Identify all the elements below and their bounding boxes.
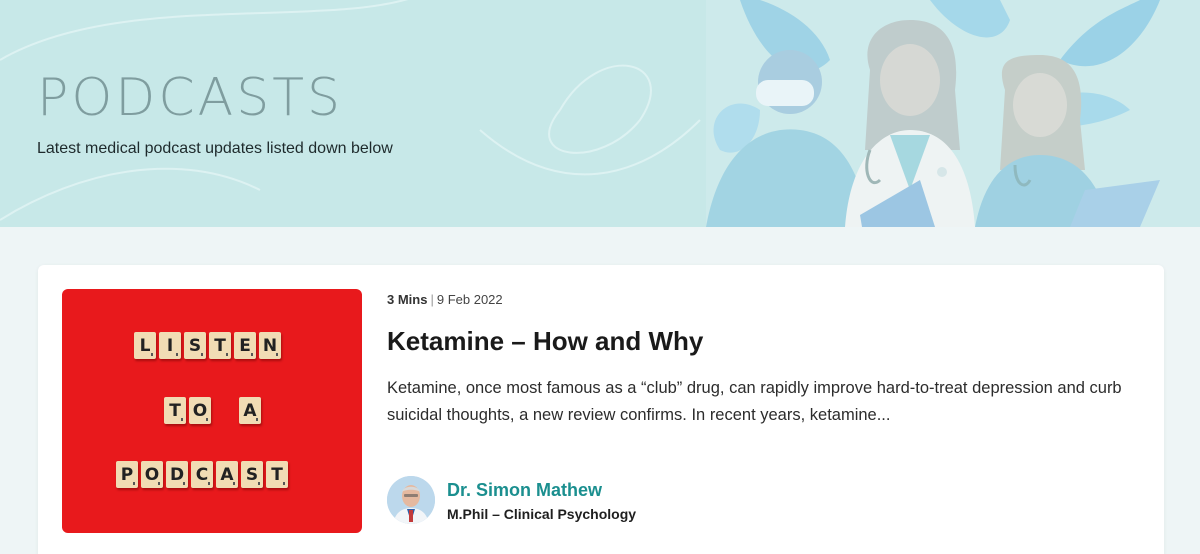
podcast-title-link[interactable]: Ketamine – How and Why xyxy=(387,326,703,357)
thumbnail-row-to-a: T O A xyxy=(164,397,261,424)
letter-tile: S xyxy=(184,332,206,359)
letter-tile: D xyxy=(166,461,188,488)
thumbnail-row-listen: L I S T E N xyxy=(134,332,281,359)
letter-tile: P xyxy=(116,461,138,488)
podcast-card[interactable]: L I S T E N T O A P O D C A S T 3 Mins | 9… xyxy=(38,265,1164,554)
author-name-link[interactable]: Dr. Simon Mathew xyxy=(447,480,602,501)
letter-tile: N xyxy=(259,332,281,359)
letter-tile: A xyxy=(239,397,261,424)
letter-tile: E xyxy=(234,332,256,359)
author-role: M.Phil – Clinical Psychology xyxy=(447,506,637,522)
podcast-duration: 3 Mins xyxy=(387,292,428,307)
podcast-date: 9 Feb 2022 xyxy=(436,292,503,307)
meta-separator: | xyxy=(430,292,434,307)
letter-tile: O xyxy=(141,461,163,488)
podcast-meta: 3 Mins | 9 Feb 2022 xyxy=(387,292,503,307)
page-title: PODCASTS xyxy=(37,68,343,128)
podcast-excerpt: Ketamine, once most famous as a “club” d… xyxy=(387,379,1122,424)
letter-tile: S xyxy=(241,461,263,488)
letter-tile: A xyxy=(216,461,238,488)
doctor-avatar-icon[interactable] xyxy=(387,476,435,524)
letter-tile: T xyxy=(164,397,186,424)
letter-tile: L xyxy=(134,332,156,359)
letter-tile: T xyxy=(209,332,231,359)
letter-tile: I xyxy=(159,332,181,359)
letter-tile: T xyxy=(266,461,288,488)
thumbnail-row-podcast: P O D C A S T xyxy=(116,461,288,488)
letter-tile: C xyxy=(191,461,213,488)
letter-tile: O xyxy=(189,397,211,424)
page-subtitle: Latest medical podcast updates listed do… xyxy=(37,140,393,157)
hero-banner: PODCASTS Latest medical podcast updates … xyxy=(0,0,1200,227)
podcast-thumbnail[interactable]: L I S T E N T O A P O D C A S T xyxy=(62,289,362,533)
